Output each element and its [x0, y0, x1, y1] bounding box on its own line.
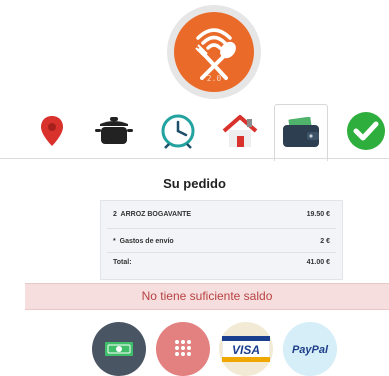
row-divider	[107, 252, 336, 253]
visa-logo-icon: VISA	[222, 336, 270, 362]
insufficient-balance-alert: No tiene suficiente saldo	[25, 283, 389, 310]
row-divider	[107, 228, 336, 229]
cash-icon	[105, 342, 133, 356]
item-qty: 2	[113, 211, 117, 218]
checkout-steps	[0, 104, 389, 161]
item-price: 2 €	[320, 238, 330, 245]
checkmark-icon	[347, 112, 385, 150]
paypal-label: PayPal	[292, 344, 329, 356]
app-logo: 2.0	[167, 5, 261, 99]
app-version: 2.0	[206, 74, 222, 83]
wallet-icon	[283, 117, 319, 147]
order-item: * Gastos de envío 2 €	[113, 238, 330, 245]
item-price: 19.50 €	[306, 211, 330, 218]
item-name: ARROZ BOGAVANTE	[120, 211, 192, 218]
step-payment[interactable]	[274, 104, 328, 161]
step-confirm[interactable]	[340, 104, 389, 158]
order-total-row: Total: 41.00 €	[113, 259, 330, 266]
map-pin-icon	[41, 116, 63, 146]
step-location[interactable]	[26, 104, 78, 158]
item-qty: *	[113, 238, 116, 245]
page-title: Su pedido	[163, 176, 226, 191]
keypad-icon	[175, 340, 191, 356]
total-value: 41.00 €	[306, 259, 330, 266]
steps-divider	[0, 158, 389, 159]
pay-cash-button[interactable]	[92, 322, 146, 376]
order-item: 2 ARROZ BOGAVANTE 19.50 €	[113, 211, 330, 218]
total-label: Total:	[113, 259, 132, 266]
step-time[interactable]	[152, 104, 204, 158]
app-logo-badge: 2.0	[174, 12, 254, 92]
order-summary: 2 ARROZ BOGAVANTE 19.50 € * Gastos de en…	[100, 200, 343, 280]
pay-visa-button[interactable]: VISA	[219, 322, 273, 376]
item-name: Gastos de envío	[119, 238, 174, 245]
cooking-pot-icon	[95, 117, 133, 144]
visa-label: VISA	[232, 343, 260, 357]
pay-paypal-button[interactable]: PayPal	[283, 322, 337, 376]
step-cooking[interactable]	[88, 104, 140, 158]
paypal-logo-icon: PayPal	[292, 344, 329, 356]
step-address[interactable]	[214, 104, 266, 158]
home-icon	[222, 115, 258, 147]
clock-icon	[161, 114, 195, 149]
pay-card-button[interactable]	[156, 322, 210, 376]
